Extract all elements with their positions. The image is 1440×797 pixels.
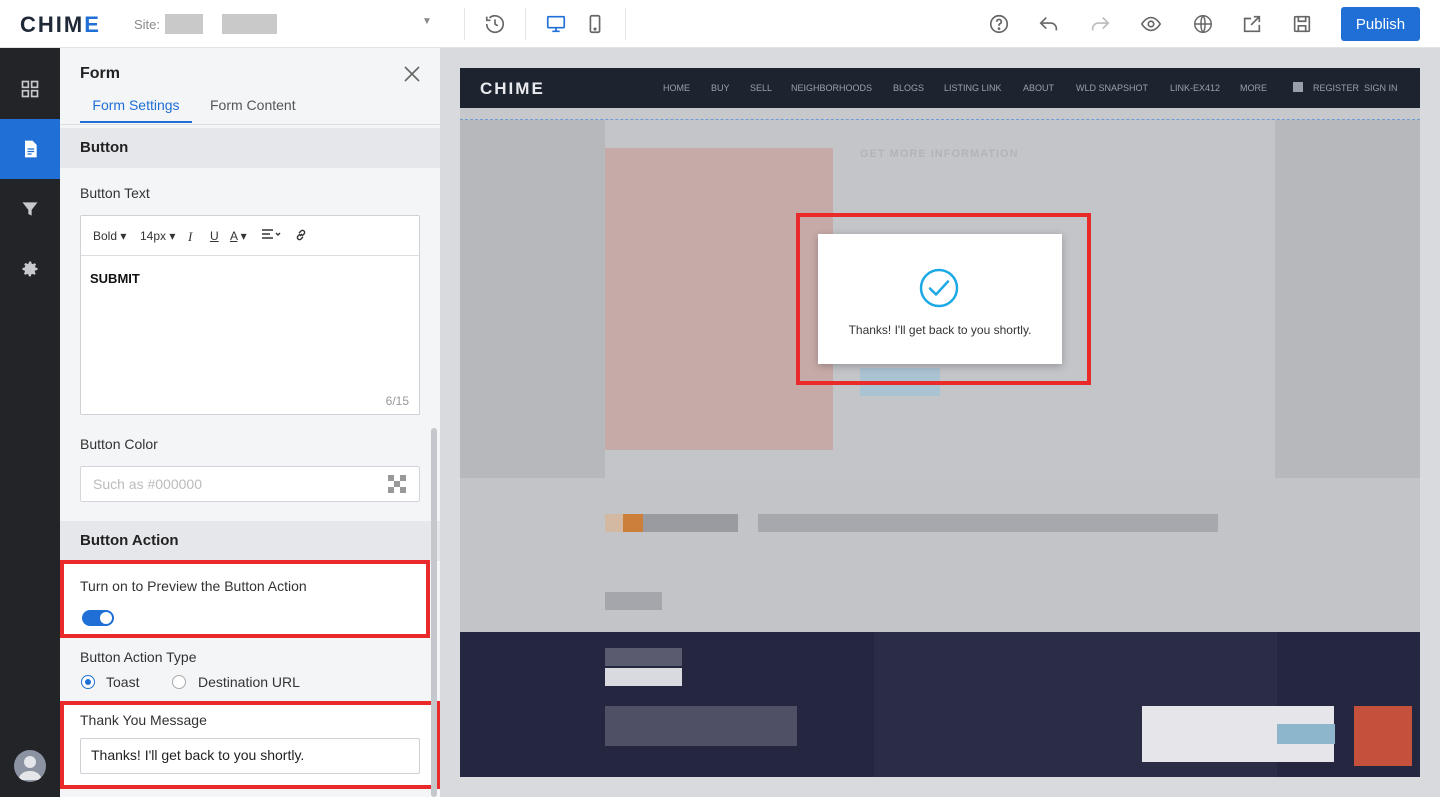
font-weight-select[interactable]: Bold ▾ [93,229,126,243]
pixelated-block [605,514,623,532]
settings-gear-icon[interactable] [0,239,60,299]
site-label: Site: [134,17,161,32]
align-icon[interactable] [261,228,281,243]
site-preview-canvas: CHIME HOME BUY SELL NEIGHBORHOODS BLOGS … [460,68,1420,777]
thank-you-input[interactable]: Thanks! I'll get back to you shortly. [80,738,420,774]
dashboard-icon[interactable] [0,59,60,119]
history-icon[interactable] [482,11,508,37]
thank-you-label: Thank You Message [80,712,207,728]
color-picker-icon[interactable] [388,475,406,493]
globe-icon[interactable] [1190,11,1216,37]
user-icon [1293,82,1303,92]
form-heading: GET MORE INFORMATION [860,148,1019,160]
undo-icon[interactable] [1036,11,1062,37]
nav-neighborhoods[interactable]: NEIGHBORHOODS [791,83,872,93]
panel-header: Form Form Settings Form Content [60,48,440,125]
top-toolbar: CHIME Site: ▼ Publish [0,0,1440,48]
close-icon[interactable] [402,64,422,84]
publish-button[interactable]: Publish [1341,7,1420,41]
tab-form-settings[interactable]: Form Settings [80,97,192,123]
divider [625,8,626,40]
divider [525,8,526,40]
preview-toggle[interactable] [82,610,114,626]
nav-register[interactable]: REGISTER [1313,83,1359,93]
button-action-heading: Button Action [60,521,440,561]
toast-popup: Thanks! I'll get back to you shortly. [818,234,1062,364]
mobile-icon[interactable] [582,11,608,37]
nav-home[interactable]: HOME [663,83,690,93]
pixelated-block [605,668,682,686]
pixelated-block [605,648,682,666]
panel-scrollbar[interactable] [431,428,437,797]
nav-sell[interactable]: SELL [750,83,772,93]
form-settings-panel: Form Form Settings Form Content Button B… [60,48,440,797]
site-footer [460,632,1420,777]
nav-more[interactable]: MORE [1240,83,1267,93]
link-icon[interactable] [294,228,308,245]
pixelated-block [643,514,738,532]
pixelated-block [605,592,662,610]
pixelated-block [623,514,643,532]
toast-message: Thanks! I'll get back to you shortly. [848,323,1032,337]
redo-icon[interactable] [1087,11,1113,37]
nav-wld-snapshot[interactable]: WLD SNAPSHOT [1076,83,1148,93]
left-rail [0,48,60,797]
text-color-button[interactable]: A ▾ [230,229,247,243]
button-text-value: SUBMIT [90,271,140,286]
site-name-redacted [165,14,203,34]
char-count: 6/15 [385,394,409,408]
radio-toast[interactable] [81,675,95,689]
italic-button[interactable]: I [188,229,192,245]
radio-destination-url[interactable] [172,675,186,689]
page-icon[interactable] [0,119,60,179]
underline-button[interactable]: U [210,229,219,243]
site-logo: CHIME [480,79,545,98]
button-text-label: Button Text [80,185,150,201]
preview-eye-icon[interactable] [1138,11,1164,37]
button-text-editor[interactable]: Bold ▾ 14px ▾ I U A ▾ SUBMIT 6/15 [80,215,420,415]
divider [464,8,465,40]
filter-icon[interactable] [0,179,60,239]
pixelated-block [1277,724,1335,744]
button-color-label: Button Color [80,436,158,452]
site-nav-bar: CHIME HOME BUY SELL NEIGHBORHOODS BLOGS … [460,68,1420,108]
chime-logo: CHIME [20,12,101,37]
nav-about[interactable]: ABOUT [1023,83,1054,93]
button-color-input[interactable]: Such as #000000 [80,466,420,502]
tab-form-content[interactable]: Form Content [210,97,296,121]
radio-destination-url-label[interactable]: Destination URL [198,674,300,690]
site-name-redacted [222,14,277,34]
pixelated-block [758,514,1218,532]
preview-toggle-highlight: Turn on to Preview the Button Action [60,560,430,638]
export-icon[interactable] [1239,11,1265,37]
button-section-heading: Button [60,128,440,168]
checkmark-circle-icon [919,268,959,308]
panel-title: Form [80,65,120,82]
nav-sign-in[interactable]: SIGN IN [1364,83,1398,93]
button-action-type-label: Button Action Type [80,649,197,665]
avatar[interactable] [14,750,46,782]
site-dropdown-chevron-icon[interactable]: ▼ [422,16,432,27]
radio-toast-label[interactable]: Toast [106,674,139,690]
help-icon[interactable] [986,11,1012,37]
preview-toggle-label: Turn on to Preview the Button Action [80,578,307,594]
thank-you-highlight: Thank You Message Thanks! I'll get back … [60,701,440,789]
save-icon[interactable] [1289,11,1315,37]
nav-link-ex412[interactable]: LINK-EX412 [1170,83,1220,93]
pixelated-block [1354,706,1412,766]
drop-zone [460,108,1420,120]
content-band [460,478,1420,632]
pixelated-block [605,706,797,746]
toggle-knob [100,612,112,624]
nav-blogs[interactable]: BLOGS [893,83,924,93]
nav-buy[interactable]: BUY [711,83,730,93]
font-size-select[interactable]: 14px ▾ [140,229,175,243]
nav-listing-link[interactable]: LISTING LINK [944,83,1002,93]
desktop-icon[interactable] [543,11,569,37]
editor-toolbar: Bold ▾ 14px ▾ I U A ▾ [81,216,419,256]
